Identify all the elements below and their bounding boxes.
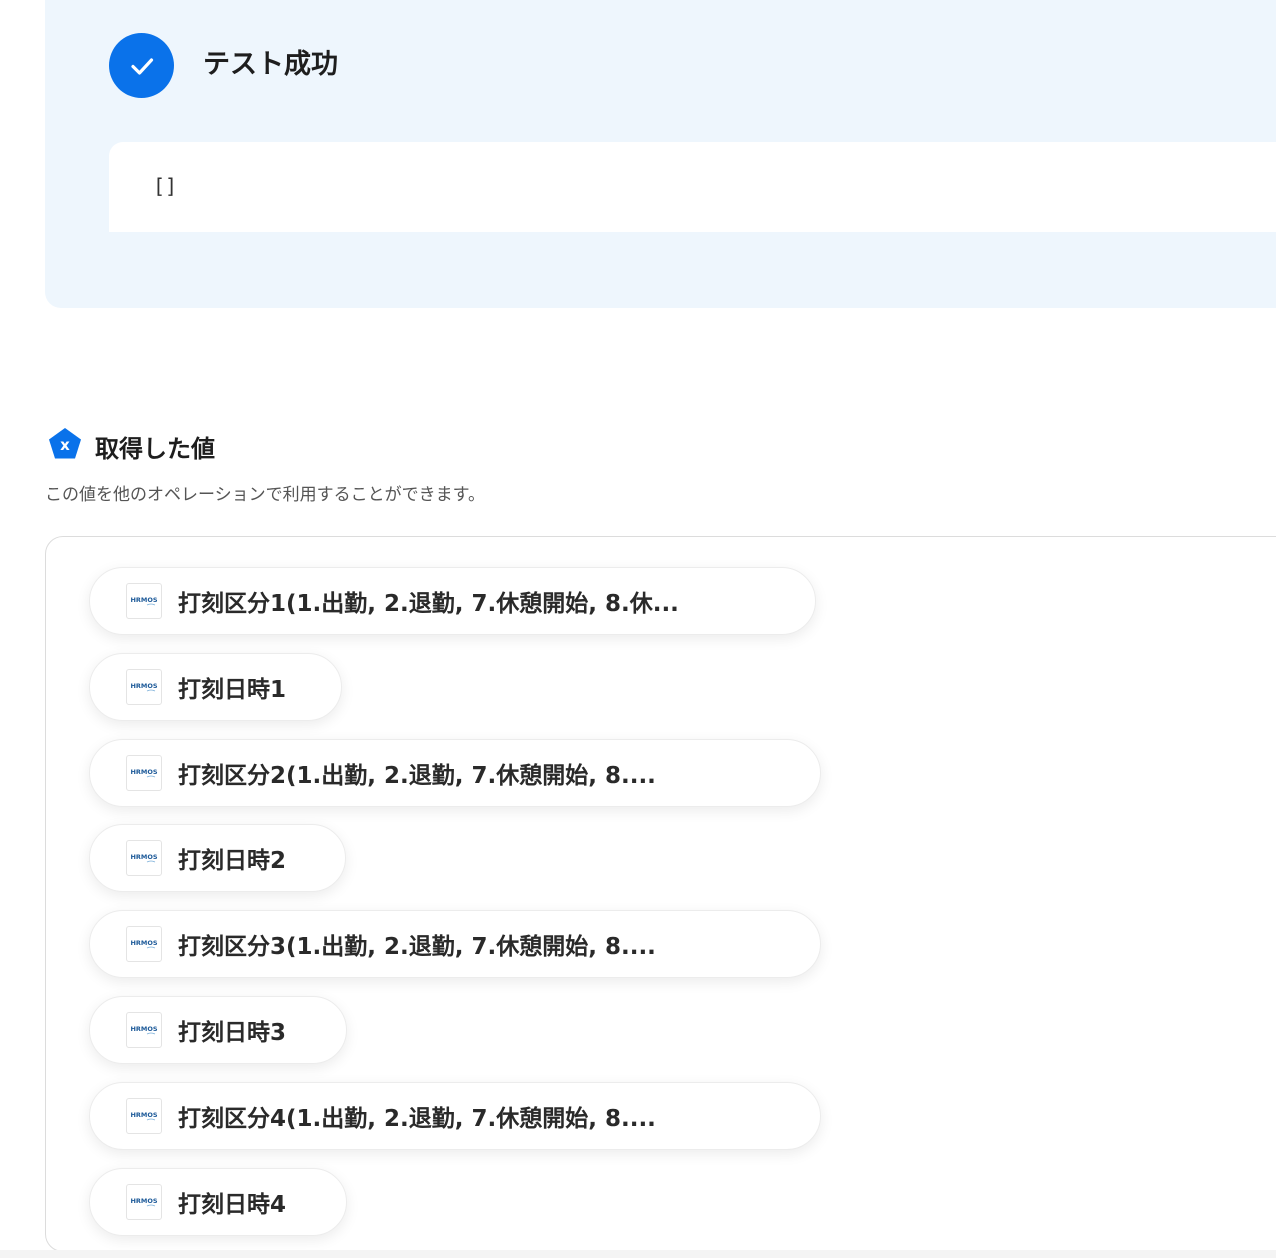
hrmos-logo-icon: HRMOS (126, 1012, 162, 1048)
svg-text:HRMOS: HRMOS (130, 1197, 157, 1205)
value-chip[interactable]: HRMOS 打刻日時1 (89, 653, 342, 721)
hrmos-logo-icon: HRMOS (126, 1184, 162, 1220)
value-chip-label: 打刻日時4 (178, 1192, 287, 1218)
svg-text:HRMOS: HRMOS (130, 1025, 157, 1033)
svg-text:HRMOS: HRMOS (130, 853, 157, 861)
hrmos-logo-icon: HRMOS (126, 583, 162, 619)
value-chip-label: 打刻日時1 (178, 677, 287, 703)
values-description: この値を他のオペレーションで利用することができます。 (45, 485, 485, 505)
hrmos-logo-icon: HRMOS (126, 1098, 162, 1134)
svg-text:HRMOS: HRMOS (130, 1111, 157, 1119)
values-title: 取得した値 (95, 434, 215, 463)
page: テスト成功 [] x 取得した値 この値を他のオペレーションで利用することができ… (0, 0, 1276, 1258)
value-chip-label: 打刻区分4(1.出勤, 2.退勤, 7.休憩開始, 8.... (178, 1106, 656, 1132)
hrmos-logo-icon: HRMOS (126, 926, 162, 962)
value-chip[interactable]: HRMOS 打刻区分2(1.出勤, 2.退勤, 7.休憩開始, 8.... (89, 739, 821, 807)
test-output-text: [] (153, 174, 178, 198)
value-chip-label: 打刻区分1(1.出勤, 2.退勤, 7.休憩開始, 8.休... (178, 591, 679, 617)
value-chip[interactable]: HRMOS 打刻区分4(1.出勤, 2.退勤, 7.休憩開始, 8.... (89, 1082, 821, 1150)
svg-text:HRMOS: HRMOS (130, 682, 157, 690)
svg-text:HRMOS: HRMOS (130, 596, 157, 604)
bottom-divider (0, 1250, 1276, 1258)
variable-icon: x (47, 426, 83, 466)
value-chip-label: 打刻日時2 (178, 848, 287, 874)
svg-text:x: x (60, 436, 70, 454)
values-header: x 取得した値 (47, 426, 215, 466)
value-chip[interactable]: HRMOS 打刻日時4 (89, 1168, 347, 1236)
svg-text:HRMOS: HRMOS (130, 768, 157, 776)
value-chip[interactable]: HRMOS 打刻日時2 (89, 824, 346, 892)
test-result-title: テスト成功 (203, 49, 338, 80)
hrmos-logo-icon: HRMOS (126, 840, 162, 876)
value-chip-label: 打刻区分3(1.出勤, 2.退勤, 7.休憩開始, 8.... (178, 934, 656, 960)
value-chip-label: 打刻区分2(1.出勤, 2.退勤, 7.休憩開始, 8.... (178, 763, 656, 789)
value-chip[interactable]: HRMOS 打刻日時3 (89, 996, 347, 1064)
svg-text:HRMOS: HRMOS (130, 939, 157, 947)
hrmos-logo-icon: HRMOS (126, 669, 162, 705)
value-chip[interactable]: HRMOS 打刻区分1(1.出勤, 2.退勤, 7.休憩開始, 8.休... (89, 567, 816, 635)
test-output-box: [] (109, 142, 1276, 232)
success-check-icon (109, 33, 174, 98)
value-chip[interactable]: HRMOS 打刻区分3(1.出勤, 2.退勤, 7.休憩開始, 8.... (89, 910, 821, 978)
value-chip-label: 打刻日時3 (178, 1020, 287, 1046)
hrmos-logo-icon: HRMOS (126, 755, 162, 791)
